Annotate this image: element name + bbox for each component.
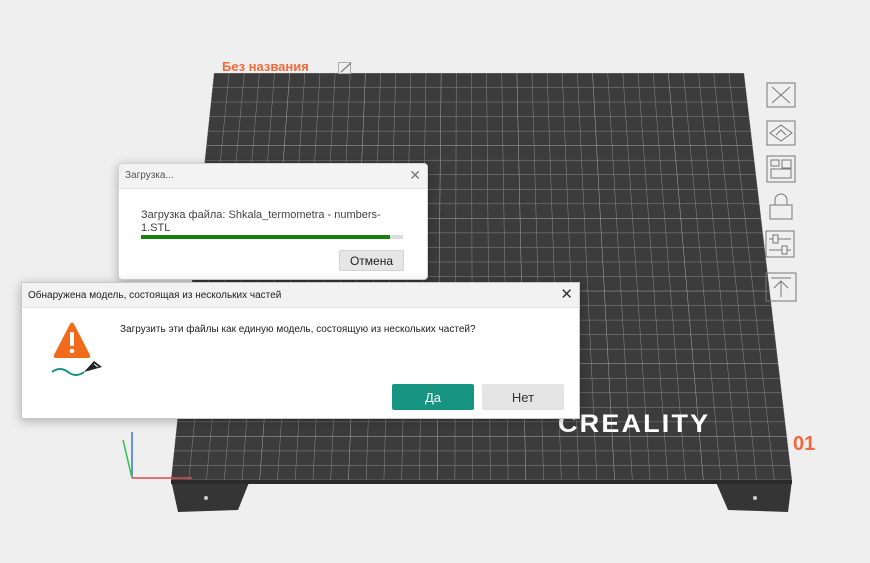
loading-dialog: Загрузка... ✕ Загрузка файла: Shkala_ter… (118, 163, 428, 280)
edit-pencil-icon[interactable] (338, 60, 353, 79)
no-button[interactable]: Нет (482, 384, 564, 410)
close-icon[interactable]: ✕ (560, 285, 573, 303)
lay-on-face-button[interactable] (763, 272, 799, 302)
upload-arrow-icon (765, 272, 797, 302)
multipart-question: Загрузить эти файлы как единую модель, с… (120, 324, 476, 335)
lock-icon (769, 193, 793, 220)
sliders-icon (765, 230, 795, 258)
y-axis-line (122, 439, 133, 479)
close-x-icon (766, 82, 796, 108)
loading-dialog-title: Загрузка... (125, 170, 174, 181)
plate-number: 01 (793, 433, 816, 455)
close-icon[interactable]: ✕ (409, 167, 421, 184)
multipart-dialog-titlebar[interactable]: Обнаружена модель, состоящая из нескольк… (22, 283, 579, 308)
settings-button[interactable] (763, 230, 799, 259)
cancel-button[interactable]: Отмена (339, 250, 404, 271)
progress-fill (141, 235, 390, 239)
lock-button[interactable] (763, 193, 799, 221)
loading-dialog-titlebar[interactable]: Загрузка... ✕ (119, 164, 427, 189)
warning-icon (50, 321, 108, 382)
multipart-dialog-title: Обнаружена модель, состоящая из нескольк… (28, 290, 282, 301)
orient-icon (766, 120, 796, 146)
multipart-model-dialog: Обнаружена модель, состоящая из нескольк… (21, 282, 580, 419)
bed-foot-left (171, 480, 250, 512)
arrange-button[interactable] (763, 155, 799, 183)
close-tool-button[interactable] (763, 81, 799, 109)
project-title[interactable]: Без названия (222, 59, 309, 73)
progress-bar (141, 235, 403, 239)
bed-brand-logo: CREALITY (558, 410, 711, 438)
bed-foot-right (715, 480, 792, 512)
loading-message: Загрузка файла: Shkala_termometra - numb… (141, 209, 381, 234)
yes-button[interactable]: Да (392, 384, 474, 410)
arrange-icon (766, 155, 796, 183)
auto-orient-button[interactable] (763, 119, 799, 147)
